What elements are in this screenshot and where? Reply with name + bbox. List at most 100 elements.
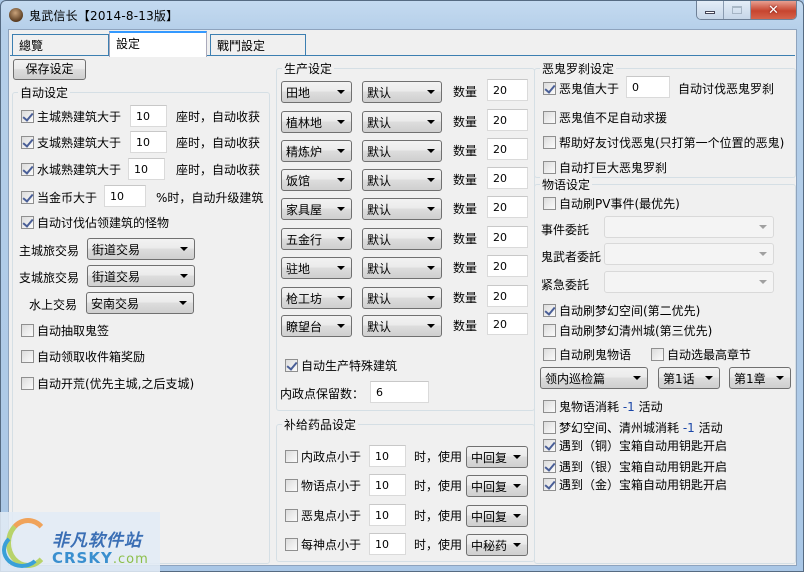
help-friends-demon-checkbox[interactable]: 帮助好友讨伐恶鬼(只打第一个位置的恶鬼) — [543, 134, 784, 151]
production-mode-select[interactable]: 默认 — [362, 257, 442, 279]
story-arc-select[interactable]: 领内巡检篇 — [540, 367, 648, 389]
ghost-story-consume-checkbox[interactable]: 鬼物语消耗 -1 活动 — [543, 398, 663, 415]
medicine-threshold-input[interactable] — [369, 504, 406, 526]
demon-threshold-input[interactable] — [626, 76, 670, 98]
medicine-threshold-checkbox[interactable]: 内政点小于 — [285, 448, 361, 465]
medicine-threshold-checkbox[interactable]: 恶鬼点小于 — [285, 507, 361, 524]
save-settings-button[interactable]: 保存设定 — [13, 59, 86, 80]
attack-monsters-checkbox[interactable]: 自动讨伐佔领建筑的怪物 — [21, 214, 169, 231]
demon-threshold-checkbox[interactable]: 恶鬼值大于 — [543, 80, 619, 97]
medicine-item-select[interactable]: 中秘药 — [466, 534, 528, 556]
silver-chest-checkbox[interactable]: 遇到（银）宝箱自动用钥匙开启 — [543, 458, 727, 475]
tab-battle-settings[interactable]: 戰鬥設定 — [210, 34, 306, 56]
main-city-harvest-checkbox[interactable]: 主城熟建筑大于 — [21, 108, 121, 125]
demon-request-help-checkbox[interactable]: 恶鬼值不足自动求援 — [543, 109, 667, 126]
production-mode-select[interactable]: 默认 — [362, 111, 442, 133]
quantity-input[interactable] — [487, 313, 528, 335]
chevron-down-icon — [427, 178, 435, 182]
production-mode-select[interactable]: 默认 — [362, 287, 442, 309]
building-select[interactable]: 饭馆 — [281, 169, 352, 191]
building-select[interactable]: 田地 — [281, 81, 352, 103]
warrior-commission-select[interactable] — [604, 243, 774, 265]
production-mode-select[interactable]: 默认 — [362, 81, 442, 103]
quantity-input[interactable] — [487, 255, 528, 277]
reserve-points-input[interactable] — [370, 381, 429, 403]
main-city-harvest-input[interactable] — [130, 105, 167, 127]
auto-pv-event-checkbox[interactable]: 自动刷PV事件(最优先) — [543, 195, 680, 212]
building-select[interactable]: 驻地 — [281, 257, 352, 279]
medicine-threshold-checkbox[interactable]: 物语点小于 — [285, 477, 361, 494]
gold-chest-checkbox[interactable]: 遇到（金）宝箱自动用钥匙开启 — [543, 476, 727, 493]
checkbox-icon — [21, 377, 34, 390]
gold-upgrade-input[interactable] — [104, 185, 146, 207]
event-commission-select[interactable] — [604, 216, 774, 238]
auto-draw-lottery-checkbox[interactable]: 自动抽取鬼签 — [21, 322, 109, 339]
copper-chest-checkbox[interactable]: 遇到（铜）宝箱自动用钥匙开启 — [543, 437, 727, 454]
production-mode-select[interactable]: 默认 — [362, 315, 442, 337]
quantity-input[interactable] — [487, 196, 528, 218]
production-mode-select[interactable]: 默认 — [362, 198, 442, 220]
medicine-threshold-input[interactable] — [369, 445, 406, 467]
settings-panel: 保存设定 自动设定 主城熟建筑大于 座时，自动收获 支城熟建筑大于 座时，自动收… — [10, 55, 796, 565]
chevron-down-icon — [179, 301, 187, 305]
client-area: 總覽 設定 戰鬥設定 保存设定 自动设定 主城熟建筑大于 座时，自动收获 支城熟… — [8, 29, 797, 566]
branch-city-trade-select[interactable]: 街道交易 — [87, 265, 195, 287]
main-city-trade-select[interactable]: 街道交易 — [87, 238, 195, 260]
medicine-item-select[interactable]: 中回复 — [466, 505, 528, 527]
production-mode-select[interactable]: 默认 — [362, 140, 442, 162]
building-select[interactable]: 精炼炉 — [281, 140, 352, 162]
story-title: 物语设定 — [540, 176, 593, 193]
checkbox-icon — [285, 509, 298, 522]
water-city-harvest-checkbox[interactable]: 水城熟建筑大于 — [21, 161, 121, 178]
main-city-harvest-suffix: 座时，自动收获 — [176, 110, 261, 124]
ghost-story-checkbox[interactable]: 自动刷鬼物语 — [543, 346, 631, 363]
building-select[interactable]: 植林地 — [281, 111, 352, 133]
tab-settings[interactable]: 設定 — [109, 31, 207, 57]
chevron-down-icon — [337, 149, 345, 153]
minimize-button[interactable] — [697, 1, 724, 19]
urgent-commission-select[interactable] — [604, 271, 774, 293]
quantity-input[interactable] — [487, 138, 528, 160]
dream-consume-checkbox[interactable]: 梦幻空间、清州城消耗 -1 活动 — [543, 419, 723, 436]
building-select[interactable]: 家具屋 — [281, 198, 352, 220]
quantity-input[interactable] — [487, 167, 528, 189]
production-mode-select[interactable]: 默认 — [362, 169, 442, 191]
episode-select[interactable]: 第1话 — [658, 367, 720, 389]
medicine-threshold-input[interactable] — [369, 533, 406, 555]
medicine-threshold-checkbox[interactable]: 每神点小于 — [285, 536, 361, 553]
dream-city-checkbox[interactable]: 自动刷梦幻清州城(第三优先) — [543, 322, 712, 339]
highest-chapter-checkbox[interactable]: 自动选最高章节 — [651, 346, 751, 363]
building-select[interactable]: 枪工坊 — [281, 287, 352, 309]
medicine-item-select[interactable]: 中回复 — [466, 475, 528, 497]
close-button[interactable]: ✕ — [751, 1, 796, 19]
checkbox-icon — [543, 400, 556, 413]
chevron-down-icon — [337, 90, 345, 94]
production-mode-select[interactable]: 默认 — [362, 228, 442, 250]
auto-claim-inbox-checkbox[interactable]: 自动领取收件箱奖励 — [21, 348, 145, 365]
water-city-harvest-input[interactable] — [128, 158, 165, 180]
maximize-button[interactable] — [724, 1, 751, 19]
auto-reclaim-checkbox[interactable]: 自动开荒(优先主城,之后支城) — [21, 375, 194, 392]
quantity-input[interactable] — [487, 79, 528, 101]
title-bar[interactable]: 鬼武信长【2014-8-13版】 ✕ — [1, 1, 803, 29]
checkbox-icon — [543, 460, 556, 473]
giant-demon-checkbox[interactable]: 自动打巨大恶鬼罗刹 — [543, 159, 667, 176]
branch-city-harvest-input[interactable] — [130, 131, 167, 153]
chevron-down-icon — [337, 296, 345, 300]
medicine-item-select[interactable]: 中回复 — [466, 446, 528, 468]
medicine-threshold-input[interactable] — [369, 474, 406, 496]
building-select[interactable]: 五金行 — [281, 228, 352, 250]
use-label: 时，使用 — [414, 450, 463, 464]
chapter-select[interactable]: 第1章 — [729, 367, 791, 389]
quantity-input[interactable] — [487, 285, 528, 307]
quantity-input[interactable] — [487, 109, 528, 131]
water-trade-select[interactable]: 安南交易 — [86, 292, 194, 314]
dream-space-checkbox[interactable]: 自动刷梦幻空间(第二优先) — [543, 302, 700, 319]
branch-city-harvest-suffix: 座时，自动收获 — [176, 136, 261, 150]
gold-upgrade-checkbox[interactable]: 当金币大于 — [21, 189, 97, 206]
building-select[interactable]: 瞭望台 — [281, 315, 352, 337]
quantity-input[interactable] — [487, 226, 528, 248]
branch-city-harvest-checkbox[interactable]: 支城熟建筑大于 — [21, 134, 121, 151]
tab-overview[interactable]: 總覽 — [12, 34, 109, 56]
auto-special-building-checkbox[interactable]: 自动生产特殊建筑 — [285, 357, 397, 374]
